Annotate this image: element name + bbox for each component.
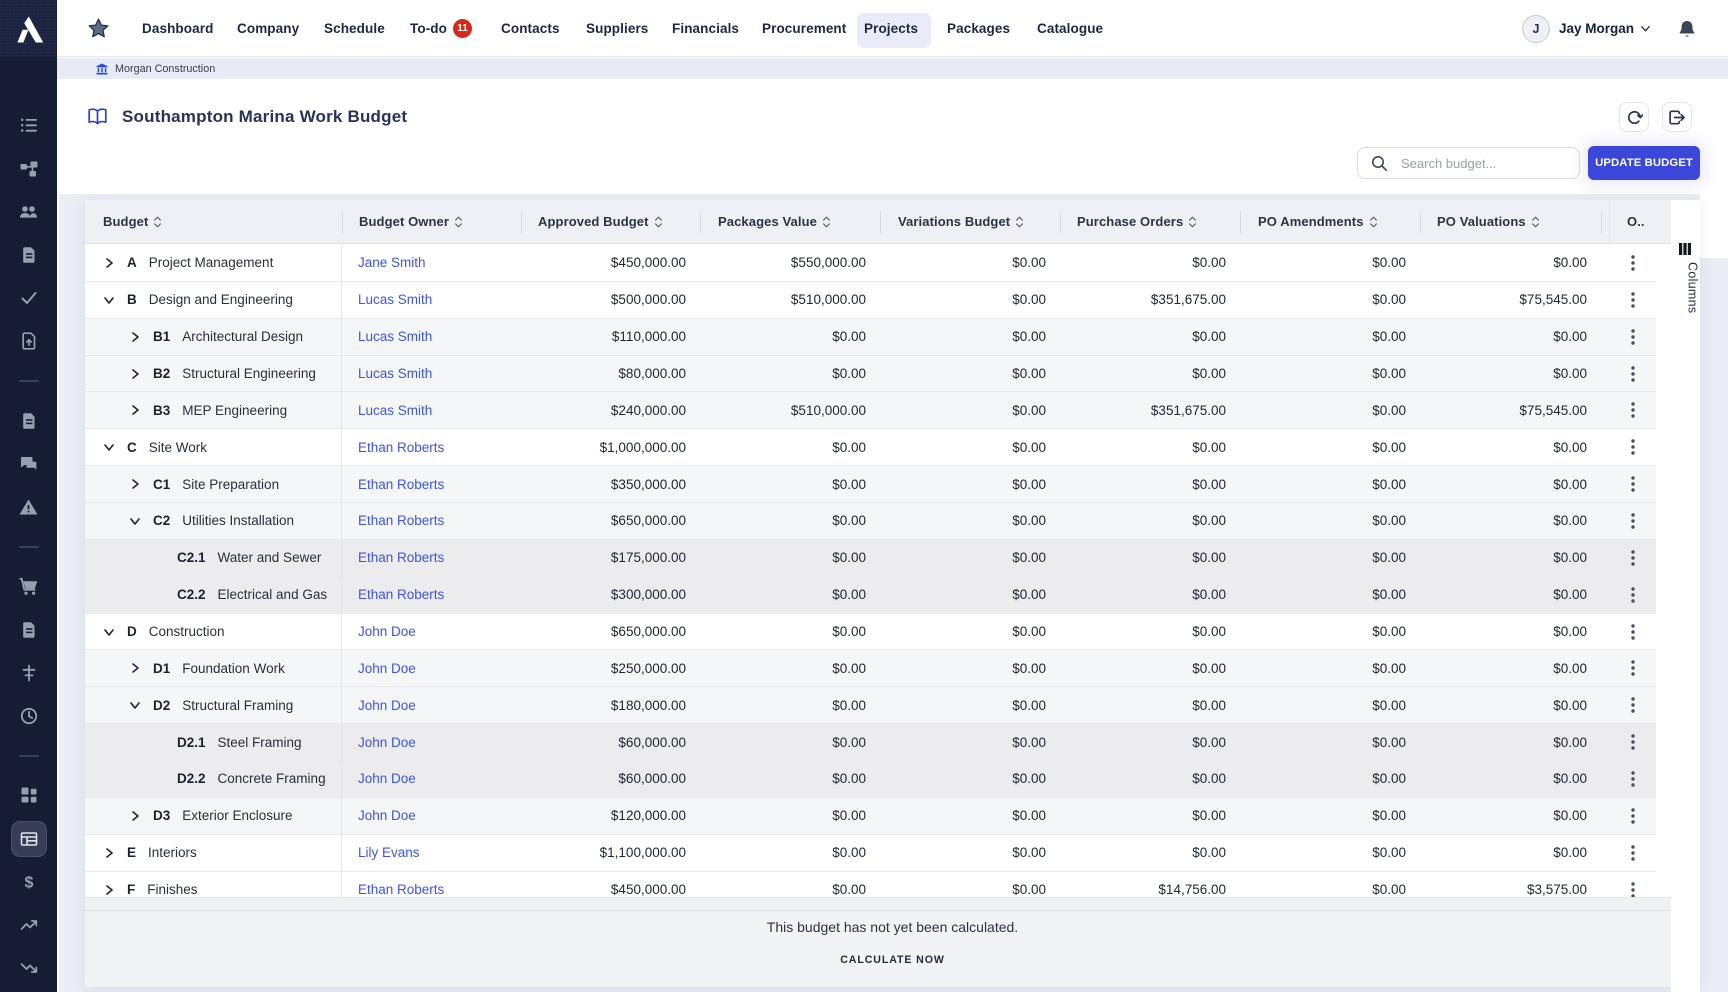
svg-text:$: $ (24, 875, 33, 892)
